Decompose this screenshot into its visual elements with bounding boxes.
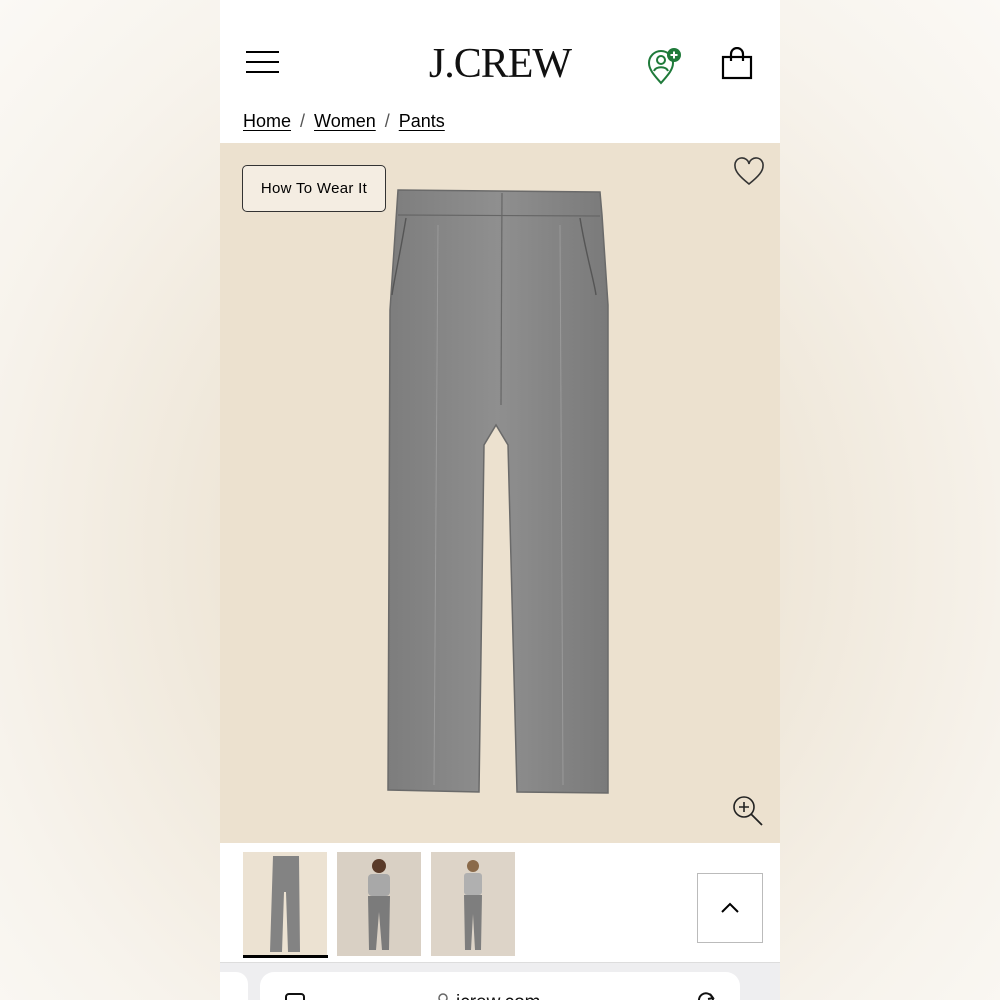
breadcrumb-pants[interactable]: Pants xyxy=(399,111,445,131)
browser-toolbar: jcrew.com xyxy=(220,962,780,1000)
reload-icon[interactable] xyxy=(696,990,716,1000)
thumbnail-model-2[interactable] xyxy=(431,852,515,956)
how-to-wear-button[interactable]: How To Wear It xyxy=(242,165,386,212)
url-text[interactable]: jcrew.com xyxy=(456,992,540,1000)
breadcrumb-women[interactable]: Women xyxy=(314,111,376,131)
heart-icon[interactable] xyxy=(733,157,765,187)
thumbnail-model-1[interactable] xyxy=(337,852,421,956)
breadcrumb: Home / Women / Pants xyxy=(243,111,445,132)
shopping-bag-icon[interactable] xyxy=(720,46,754,81)
product-image[interactable]: How To Wear It xyxy=(220,143,780,843)
thumbnail-strip xyxy=(220,843,780,963)
brand-logo[interactable]: J.CREW xyxy=(220,40,780,88)
back-to-top-button[interactable] xyxy=(697,873,763,943)
thumbnail-active-indicator xyxy=(243,955,328,958)
breadcrumb-separator: / xyxy=(300,111,306,131)
breadcrumb-separator: / xyxy=(384,111,390,131)
phone-screen: J.CREW Home / Women / Pants How To Wear It xyxy=(220,0,780,1000)
address-bar[interactable]: jcrew.com xyxy=(260,972,740,1000)
pants-image xyxy=(387,189,609,794)
chevron-up-icon xyxy=(721,902,739,913)
tabs-icon[interactable] xyxy=(284,992,306,1000)
lock-icon xyxy=(438,993,448,1000)
breadcrumb-home[interactable]: Home xyxy=(243,111,291,131)
thumbnail-flat-lay[interactable] xyxy=(243,852,327,956)
zoom-in-icon[interactable] xyxy=(730,793,766,829)
account-location-icon[interactable] xyxy=(645,46,685,86)
previous-tab-peek[interactable] xyxy=(220,972,248,1000)
